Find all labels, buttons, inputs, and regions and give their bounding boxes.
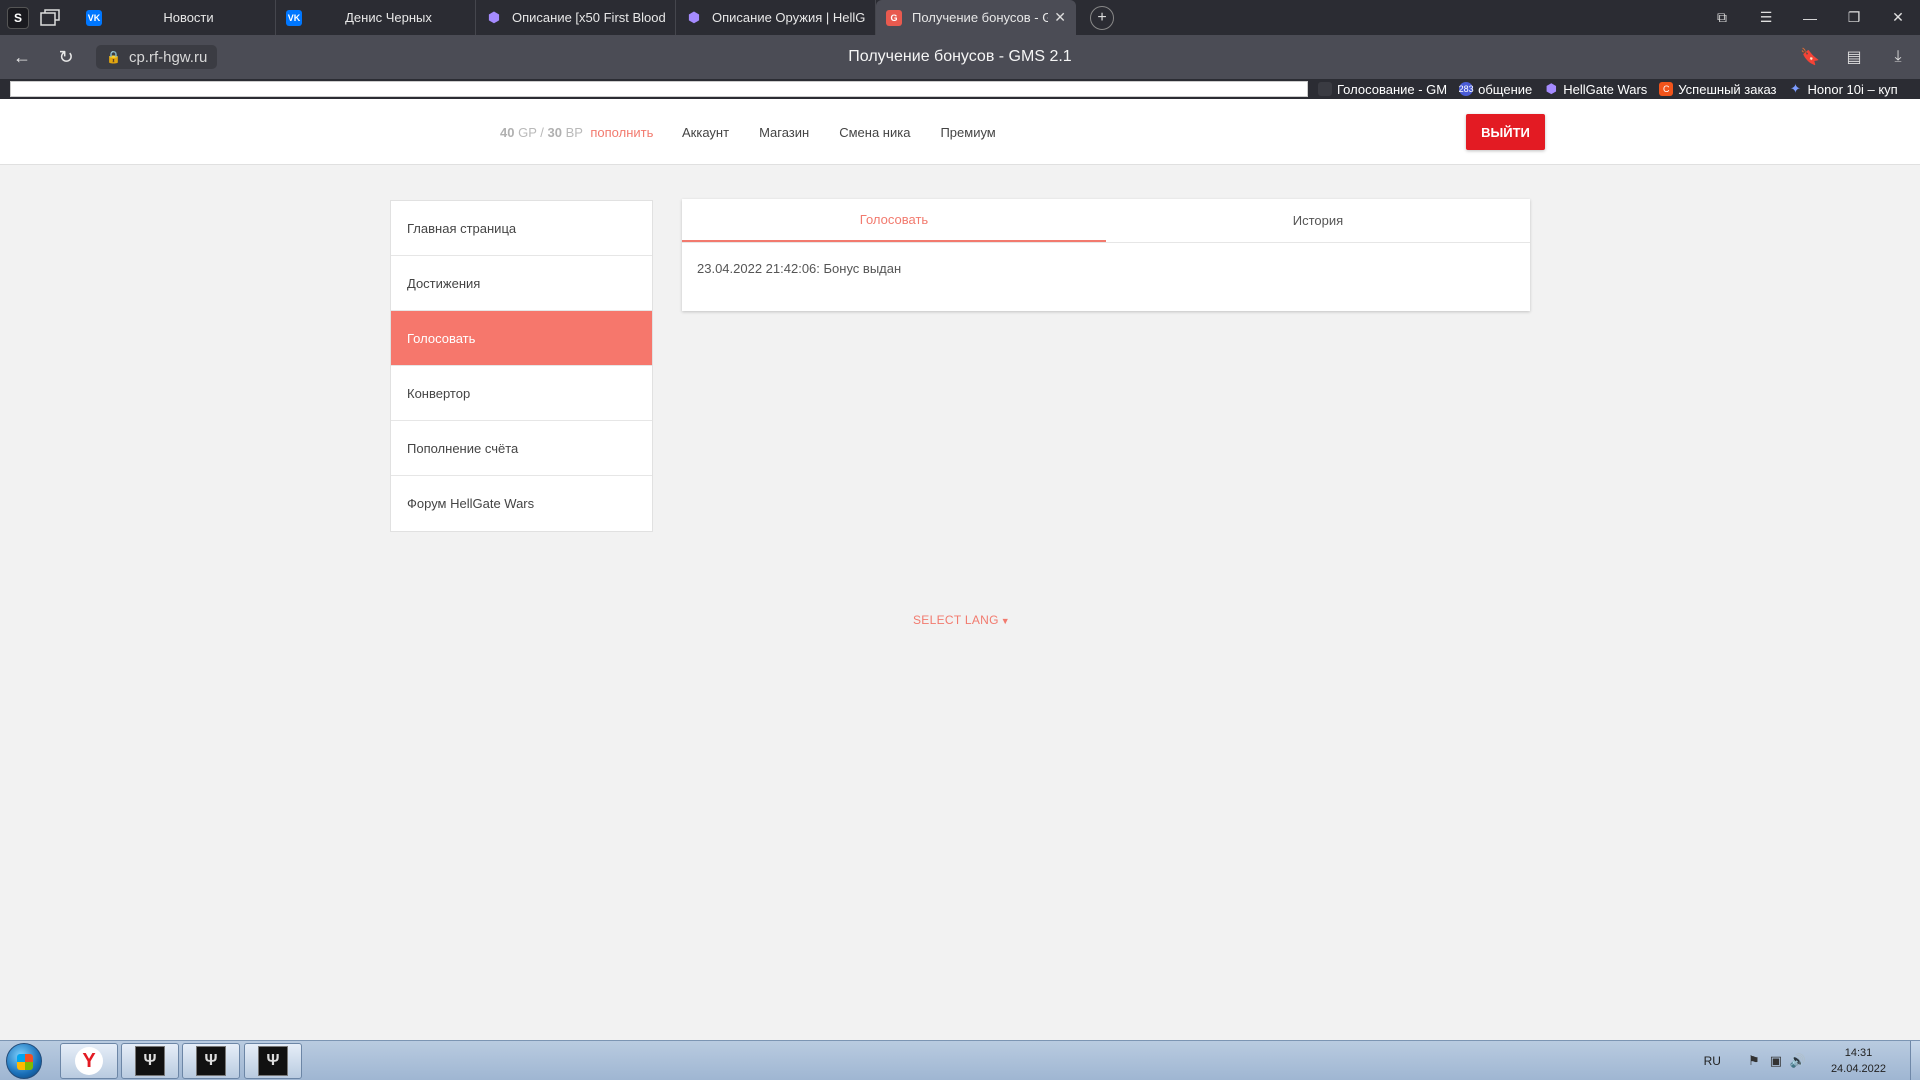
game-icon: Ψ bbox=[135, 1046, 165, 1076]
taskbar-game-window-1[interactable]: Ψ bbox=[121, 1043, 179, 1079]
volume-icon[interactable]: 🔊 bbox=[1787, 1053, 1809, 1069]
address-bar: ← ↻ 🔒 cp.rf-hgw.ru Получение бонусов - G… bbox=[0, 35, 1920, 79]
select-lang-label: SELECT LANG bbox=[913, 613, 999, 627]
bookmarks-list: Голосование - GM 283 общение ⬢ HellGate … bbox=[1318, 79, 1910, 99]
close-window-icon[interactable]: ✕ bbox=[1876, 9, 1920, 26]
log-entry: 23.04.2022 21:42:06: Бонус выдан bbox=[697, 261, 902, 276]
tab-vote[interactable]: Голосовать bbox=[682, 199, 1106, 242]
tab-label: Описание [x50 First Blood bbox=[512, 10, 665, 25]
window-controls: ⧉ ☰ — ❐ ✕ bbox=[1700, 0, 1920, 35]
tab-strip: VK Новости VK Денис Черных ⬢ Описание [x… bbox=[76, 0, 1076, 35]
bookmark-icon[interactable]: 🔖 bbox=[1788, 47, 1832, 67]
vk-icon: VK bbox=[86, 9, 102, 26]
balance: 40 GP / 30 BP пополнить bbox=[500, 125, 653, 140]
tab-label: Получение бонусов - G bbox=[912, 10, 1049, 25]
hexagon-icon: ⬢ bbox=[687, 9, 701, 25]
url-text: cp.rf-hgw.ru bbox=[128, 48, 208, 66]
game-icon: Ψ bbox=[196, 1046, 226, 1076]
tab-groups-icon[interactable] bbox=[36, 4, 64, 32]
caret-down-icon: ▼ bbox=[1000, 616, 1010, 626]
tab-denis[interactable]: VK Денис Черных bbox=[276, 0, 476, 35]
taskbar-game-window-3[interactable]: Ψ bbox=[244, 1043, 302, 1079]
select-lang-dropdown[interactable]: SELECT LANG ▼ bbox=[913, 613, 1010, 627]
nav-account[interactable]: Аккаунт bbox=[682, 125, 729, 140]
new-tab-button[interactable]: + bbox=[1090, 5, 1114, 30]
network-icon[interactable]: ▣ bbox=[1765, 1053, 1787, 1069]
site-header: 40 GP / 30 BP пополнить Аккаунт Магазин … bbox=[0, 99, 1920, 165]
nav-shop[interactable]: Магазин bbox=[759, 125, 809, 140]
topup-link[interactable]: пополнить bbox=[590, 125, 653, 140]
sidebar-item-forum[interactable]: Форум HellGate Wars bbox=[391, 476, 652, 531]
download-icon[interactable]: ⤓ bbox=[1876, 48, 1920, 66]
url-field[interactable]: 🔒 cp.rf-hgw.ru bbox=[96, 45, 218, 69]
minimize-icon[interactable]: — bbox=[1788, 10, 1832, 26]
bookmark-order[interactable]: C Успешный заказ bbox=[1659, 82, 1777, 97]
reader-icon[interactable]: ▤ bbox=[1832, 47, 1876, 67]
bookmark-hellgate[interactable]: ⬢ HellGate Wars bbox=[1544, 81, 1648, 97]
sidebar-item-home[interactable]: Главная страница bbox=[391, 201, 652, 256]
logout-button[interactable]: ВЫЙТИ bbox=[1466, 114, 1545, 150]
page-icon bbox=[1318, 82, 1332, 96]
sidebar-item-vote[interactable]: Голосовать bbox=[391, 311, 652, 366]
sparkle-icon: ✦ bbox=[1790, 81, 1801, 96]
close-tab-icon[interactable]: ✕ bbox=[1054, 9, 1066, 26]
sidebar: Главная страница Достижения Голосовать К… bbox=[390, 200, 653, 532]
address-bar-actions: 🔖 ▤ ⤓ bbox=[1788, 35, 1920, 79]
yandex-icon: Y bbox=[75, 1047, 103, 1075]
gp-unit: GP bbox=[518, 125, 537, 140]
tab-bonus[interactable]: G Получение бонусов - G ✕ bbox=[876, 0, 1076, 35]
balance-bp: 30 bbox=[547, 125, 562, 140]
browser-tab-bar: S VK Новости VK Денис Черных ⬢ Описание … bbox=[0, 0, 1920, 35]
restore-icon[interactable]: ❐ bbox=[1832, 9, 1876, 26]
tab-weapon-description[interactable]: ⬢ Описание Оружия | HellG bbox=[676, 0, 876, 35]
clock[interactable]: 14:31 24.04.2022 bbox=[1831, 1045, 1886, 1077]
tab-label: Новости bbox=[163, 10, 214, 25]
panel-tabs: Голосовать История bbox=[682, 199, 1530, 243]
action-center-flag-icon[interactable]: ⚑ bbox=[1743, 1053, 1765, 1069]
bookmark-honor[interactable]: ✦ Honor 10i – куп bbox=[1789, 81, 1898, 97]
sidebar-item-achievements[interactable]: Достижения bbox=[391, 256, 652, 311]
menu-icon[interactable]: ☰ bbox=[1744, 9, 1788, 26]
taskbar: Y Ψ Ψ Ψ RU ⚑ ▣ 🔊 14:31 24.04.2022 bbox=[0, 1040, 1920, 1080]
nav-change-nick[interactable]: Смена ника bbox=[839, 125, 910, 140]
gms-icon: G bbox=[886, 9, 902, 26]
clock-time: 14:31 bbox=[1844, 1047, 1873, 1059]
start-button[interactable] bbox=[6, 1043, 42, 1079]
tab-history[interactable]: История bbox=[1106, 199, 1530, 242]
bookmark-vote[interactable]: Голосование - GM bbox=[1318, 82, 1447, 97]
balance-gp: 40 bbox=[500, 125, 515, 140]
collections-icon[interactable]: ⧉ bbox=[1700, 9, 1744, 26]
tab-label: Денис Черных bbox=[345, 10, 432, 25]
store-icon: C bbox=[1659, 82, 1674, 96]
sidebar-item-topup[interactable]: Пополнение счёта bbox=[391, 421, 652, 476]
back-arrow-icon[interactable]: ← bbox=[0, 47, 44, 68]
sidebar-item-converter[interactable]: Конвертор bbox=[391, 366, 652, 421]
lock-icon: 🔒 bbox=[106, 50, 121, 64]
game-icon: Ψ bbox=[258, 1046, 288, 1076]
tab-label: Описание Оружия | HellG bbox=[712, 10, 865, 25]
hexagon-icon: ⬢ bbox=[487, 9, 501, 25]
browser-logo-icon[interactable]: S bbox=[4, 4, 32, 32]
taskbar-game-window-2[interactable]: Ψ bbox=[182, 1043, 240, 1079]
reload-icon[interactable]: ↻ bbox=[44, 47, 88, 68]
vote-panel: Голосовать История 23.04.2022 21:42:06: … bbox=[682, 199, 1530, 311]
taskbar-yandex-browser[interactable]: Y bbox=[60, 1043, 118, 1079]
balance-separator: / bbox=[540, 125, 544, 140]
bookmark-chat[interactable]: 283 общение bbox=[1458, 82, 1533, 97]
search-input[interactable] bbox=[10, 81, 1308, 97]
show-desktop-button[interactable] bbox=[1910, 1041, 1920, 1080]
chat-badge-icon: 283 bbox=[1458, 82, 1474, 96]
bp-unit: BP bbox=[565, 125, 583, 140]
clock-date: 24.04.2022 bbox=[1830, 1063, 1886, 1075]
page-title: Получение бонусов - GMS 2.1 bbox=[848, 48, 1072, 65]
hexagon-icon: ⬢ bbox=[1545, 81, 1557, 96]
bookmarks-bar: Голосование - GM 283 общение ⬢ HellGate … bbox=[0, 79, 1920, 99]
vk-icon: VK bbox=[286, 9, 302, 26]
tab-news[interactable]: VK Новости bbox=[76, 0, 276, 35]
tab-description-x50[interactable]: ⬢ Описание [x50 First Blood bbox=[476, 0, 676, 35]
nav-premium[interactable]: Премиум bbox=[940, 125, 995, 140]
header-nav: Аккаунт Магазин Смена ника Премиум bbox=[682, 125, 1026, 140]
input-language[interactable]: RU bbox=[1704, 1054, 1721, 1068]
system-tray: RU ⚑ ▣ 🔊 14:31 24.04.2022 bbox=[1704, 1041, 1920, 1080]
